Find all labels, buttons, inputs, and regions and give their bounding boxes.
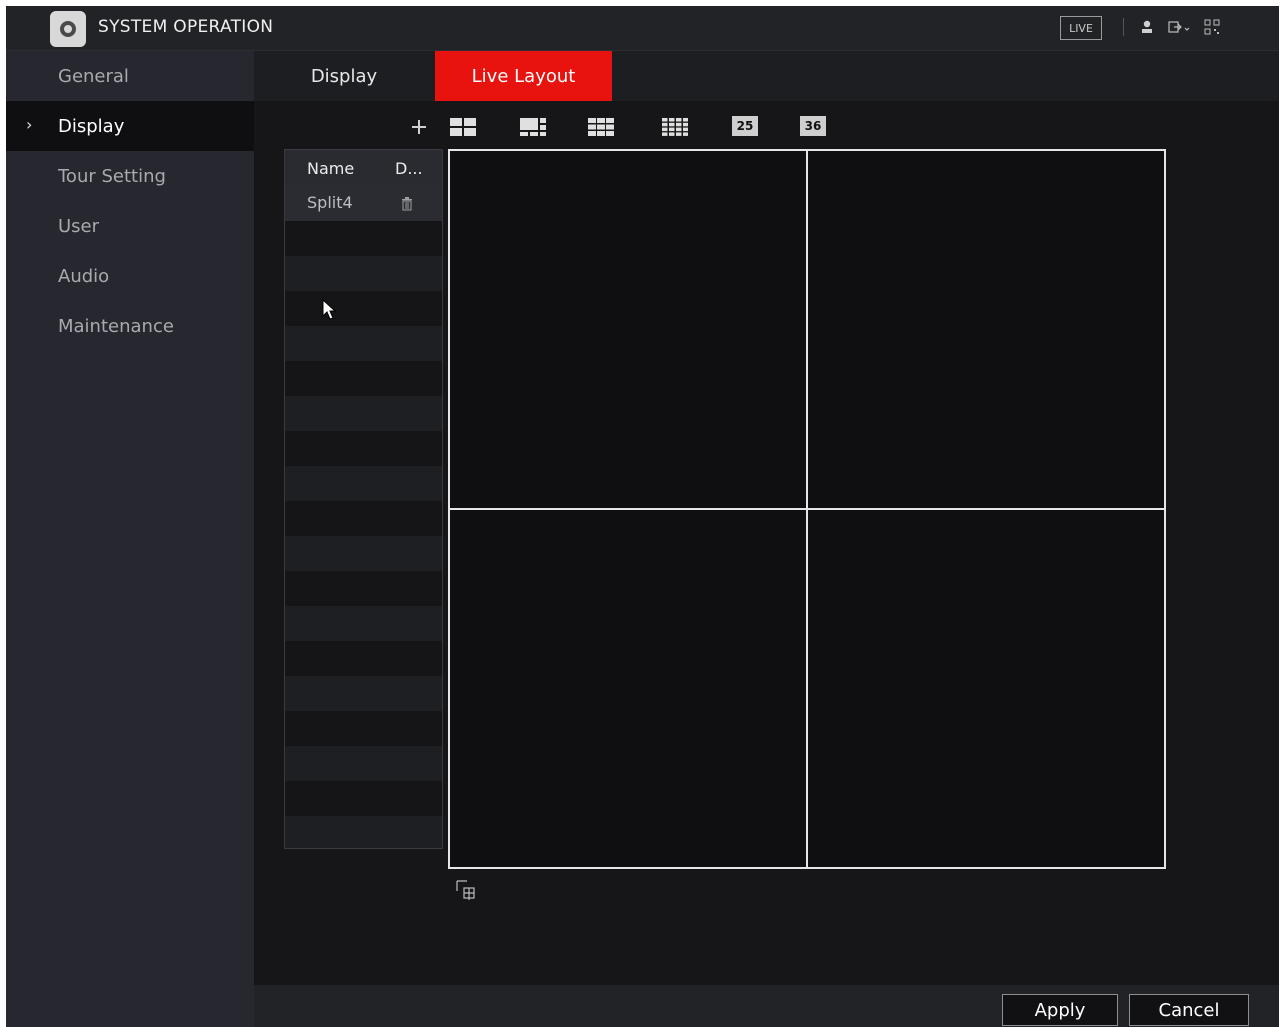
preview-cell[interactable] <box>450 151 806 508</box>
sidebar: General › Display Tour Setting User Audi… <box>6 51 254 1027</box>
sidebar-item-label: Audio <box>58 265 110 287</box>
layout-name: Split4 <box>307 193 353 212</box>
app-title: SYSTEM OPERATION <box>98 17 274 37</box>
plus-icon[interactable] <box>410 118 428 140</box>
chevron-right-icon: › <box>26 115 33 134</box>
list-row <box>285 536 442 571</box>
list-row <box>285 431 442 466</box>
list-row <box>285 571 442 606</box>
preview-cell[interactable] <box>808 151 1164 508</box>
sidebar-item-general[interactable]: General <box>6 51 254 101</box>
tab-live-layout[interactable]: Live Layout <box>435 51 612 101</box>
list-row <box>285 466 442 501</box>
divider <box>1123 18 1124 36</box>
split16-icon[interactable] <box>662 118 688 140</box>
list-row <box>285 291 442 326</box>
list-header: Name D... <box>285 150 442 186</box>
preview-cell[interactable] <box>808 510 1164 867</box>
live-button[interactable]: LIVE <box>1060 16 1102 40</box>
tab-bar: Display Live Layout <box>254 51 1279 101</box>
sidebar-item-label: User <box>58 215 100 237</box>
footer-bar <box>254 985 1279 1027</box>
list-row <box>285 326 442 361</box>
apply-button[interactable]: Apply <box>1002 994 1118 1026</box>
tab-display[interactable]: Display <box>264 51 424 101</box>
sidebar-item-label: General <box>58 65 129 87</box>
split25-icon[interactable]: 25 <box>732 116 758 136</box>
sidebar-item-maintenance[interactable]: Maintenance <box>6 301 254 351</box>
list-row <box>285 256 442 291</box>
cancel-button[interactable]: Cancel <box>1129 994 1249 1026</box>
list-row <box>285 641 442 676</box>
list-row <box>285 816 442 848</box>
split9-icon[interactable] <box>588 118 614 140</box>
column-header-delete[interactable]: D... <box>395 159 423 178</box>
split6-icon[interactable] <box>520 118 546 140</box>
sidebar-item-label: Tour Setting <box>58 165 166 187</box>
list-row <box>285 711 442 746</box>
mouse-cursor-icon <box>322 298 337 325</box>
split36-icon[interactable]: 36 <box>800 116 826 136</box>
list-row <box>285 676 442 711</box>
list-row <box>285 781 442 816</box>
trash-icon[interactable] <box>401 196 413 215</box>
user-icon[interactable] <box>1140 19 1154 39</box>
list-row <box>285 396 442 431</box>
list-row <box>285 221 442 256</box>
list-row <box>285 501 442 536</box>
layout-preview <box>448 149 1166 869</box>
grid-divider-horizontal <box>450 508 1164 510</box>
preview-cell[interactable] <box>450 510 806 867</box>
list-item[interactable]: Split4 <box>285 186 442 221</box>
layout-list: Name D... Split4 <box>284 149 443 849</box>
sidebar-item-audio[interactable]: Audio <box>6 251 254 301</box>
sidebar-item-display[interactable]: › Display <box>6 101 254 151</box>
merge-window-icon[interactable] <box>456 880 480 906</box>
list-row <box>285 606 442 641</box>
list-row <box>285 746 442 781</box>
top-bar: SYSTEM OPERATION LIVE <box>6 6 1279 51</box>
system-operation-window: SYSTEM OPERATION LIVE General › Display … <box>6 6 1279 1027</box>
split4-icon[interactable] <box>450 118 476 140</box>
list-row <box>285 361 442 396</box>
qr-code-icon[interactable] <box>1204 19 1220 39</box>
logout-icon[interactable] <box>1168 19 1192 39</box>
sidebar-item-label: Display <box>58 115 125 137</box>
sidebar-item-label: Maintenance <box>58 315 174 337</box>
gear-icon <box>50 11 86 47</box>
column-header-name[interactable]: Name <box>307 159 354 178</box>
sidebar-item-tour-setting[interactable]: Tour Setting <box>6 151 254 201</box>
sidebar-item-user[interactable]: User <box>6 201 254 251</box>
